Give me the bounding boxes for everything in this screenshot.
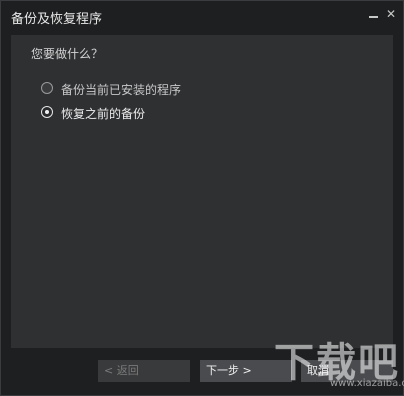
next-button[interactable]: 下一步 > [200, 360, 292, 382]
minimize-icon[interactable] [365, 6, 381, 22]
question-label: 您要做什么？ [31, 47, 104, 61]
option-label: 备份当前已安装的程序 [61, 83, 182, 97]
back-button[interactable]: < 返回 [98, 360, 190, 382]
option-label: 恢复之前的备份 [61, 107, 146, 121]
wizard-panel: 您要做什么？ 备份当前已安装的程序 恢复之前的备份 [11, 35, 393, 348]
radio-button-selected[interactable] [41, 106, 53, 118]
footer-bar: < 返回 下一步 > 取消 [1, 347, 403, 395]
close-icon[interactable]: ✕ [383, 6, 399, 22]
radio-button[interactable] [41, 82, 53, 94]
window-title: 备份及恢复程序 [11, 12, 103, 27]
cancel-button[interactable]: 取消 [301, 360, 393, 382]
backup-restore-window: 备份及恢复程序 ✕ 您要做什么？ 备份当前已安装的程序 恢复之前的备份 < 返回… [0, 0, 404, 396]
title-bar[interactable]: 备份及恢复程序 ✕ [1, 1, 403, 31]
